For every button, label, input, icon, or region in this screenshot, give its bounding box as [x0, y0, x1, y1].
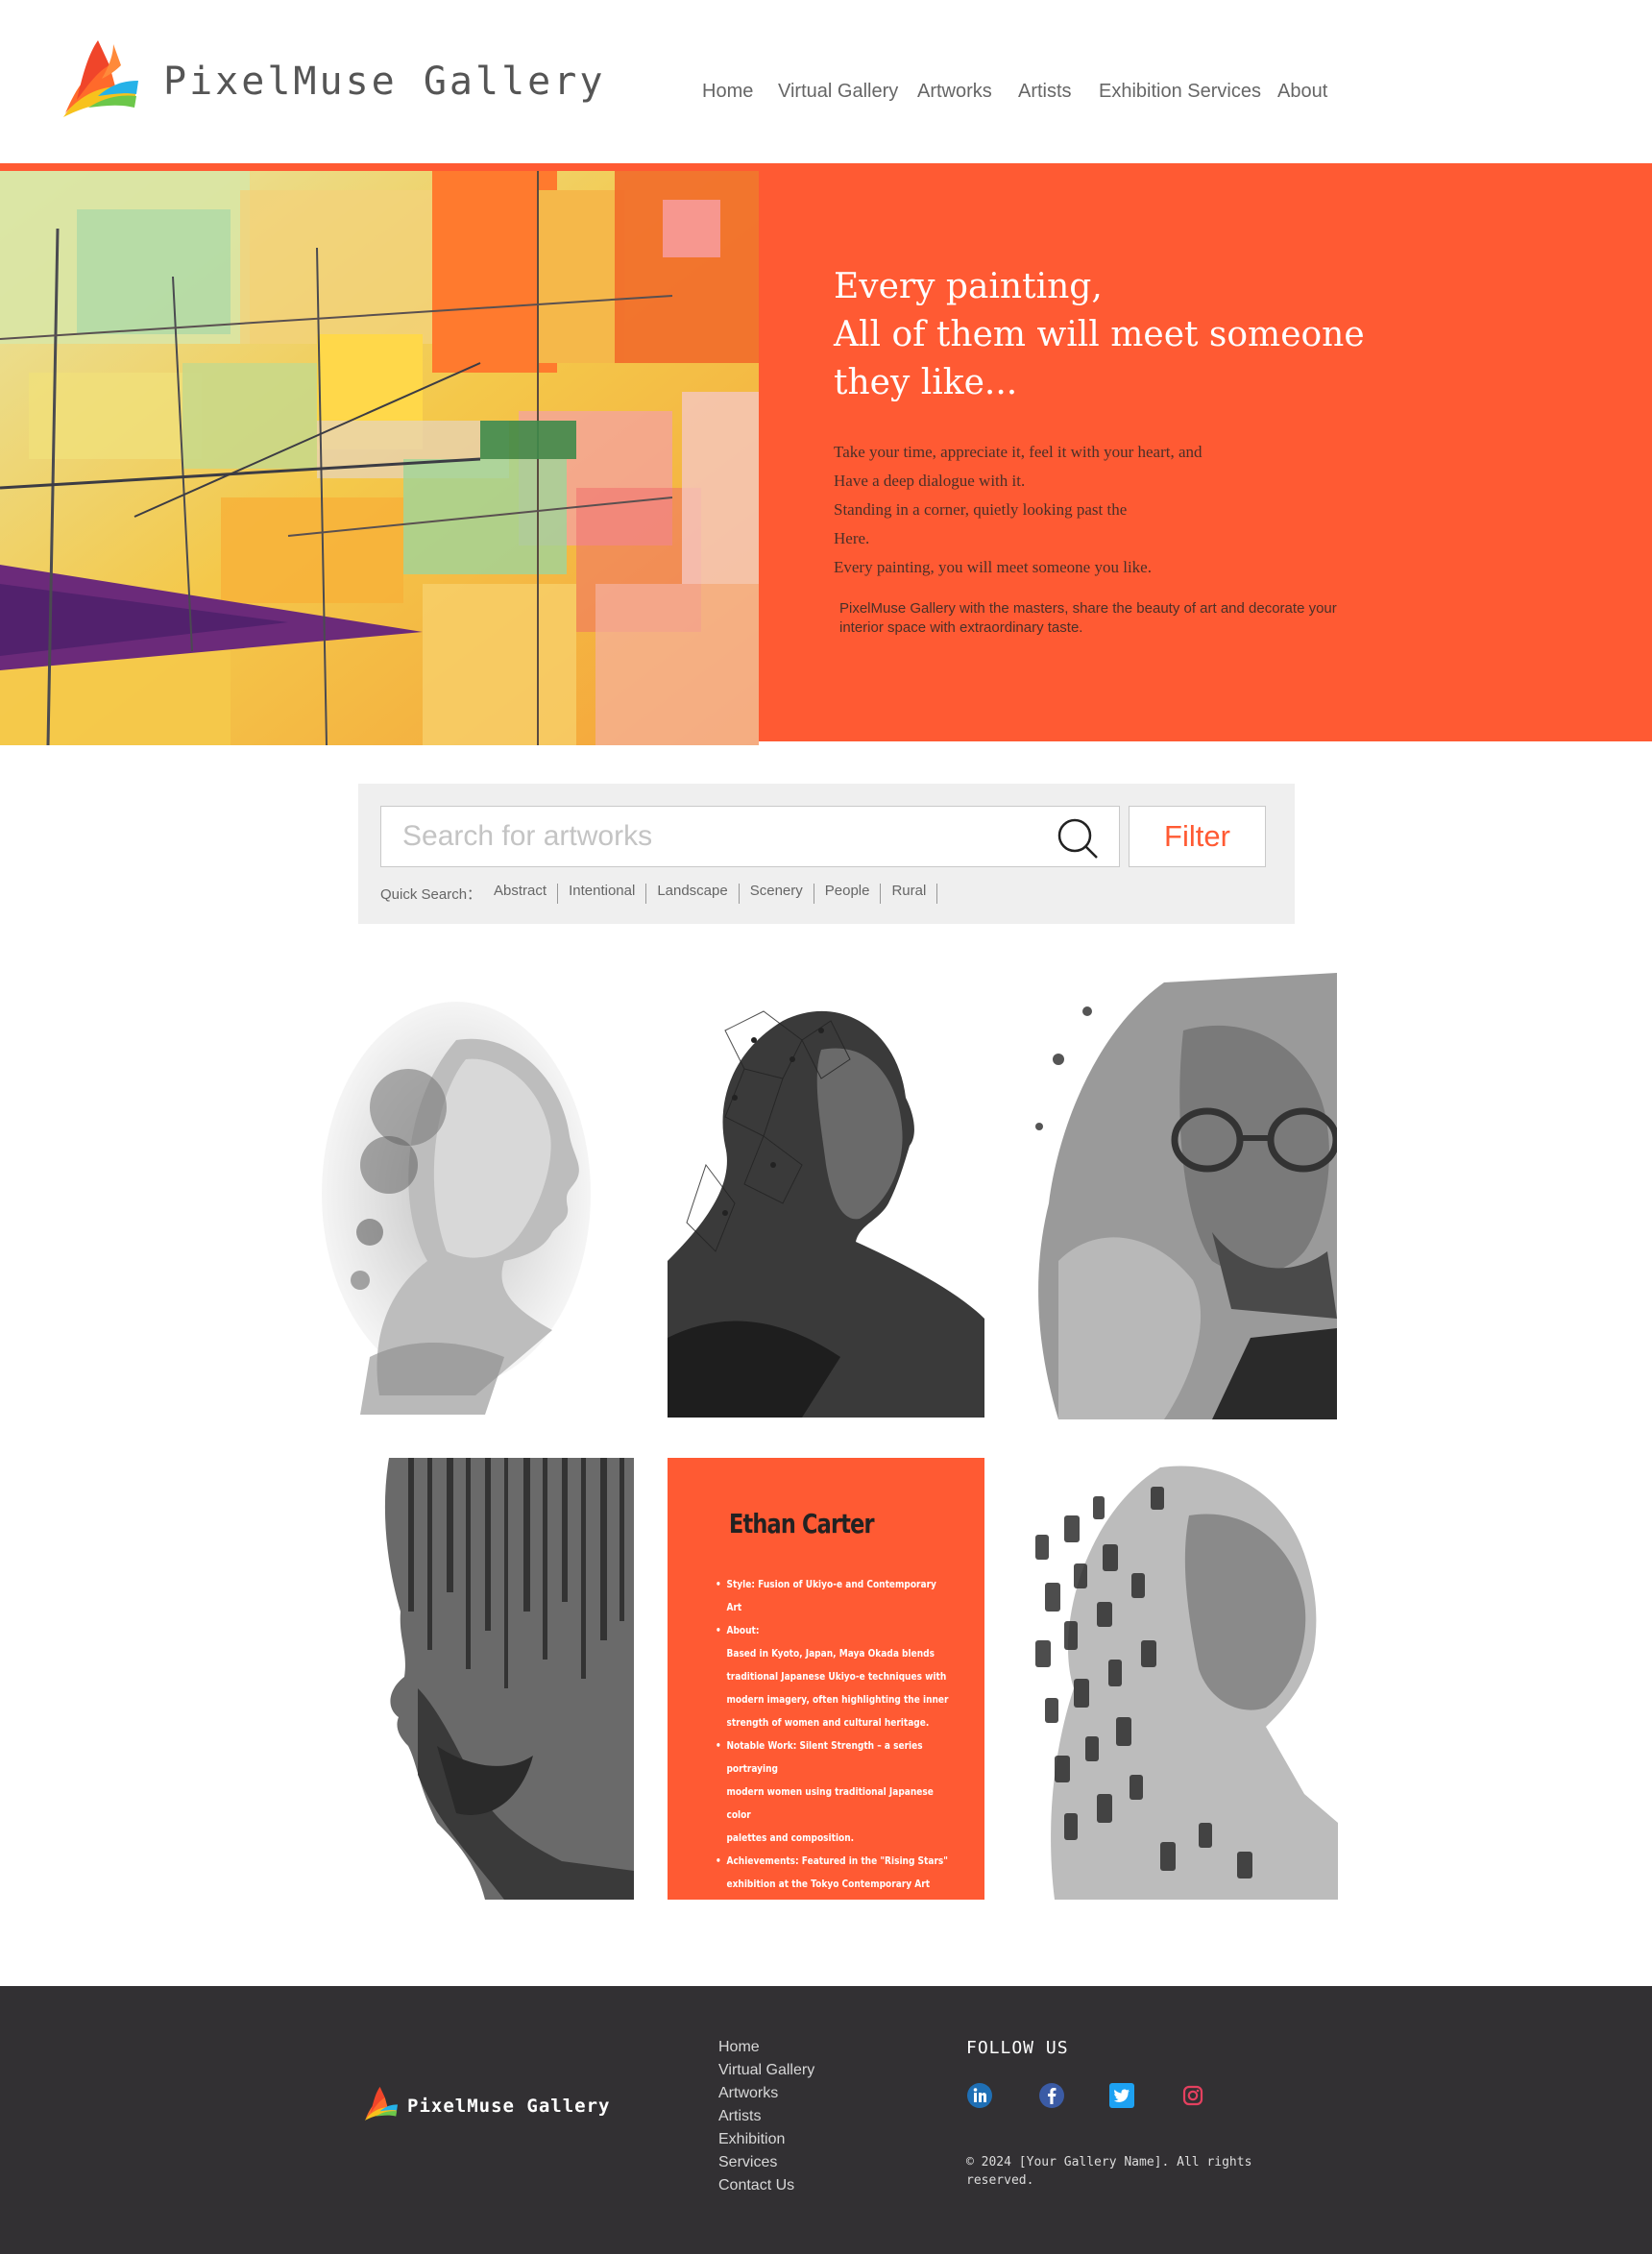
footer-link-home[interactable]: Home	[718, 2036, 814, 2059]
artist-notable-line: palettes and composition.	[726, 1831, 855, 1844]
footer-links: Home Virtual Gallery Artworks Artists Ex…	[718, 2036, 814, 2197]
hero-banner: Every painting, All of them will meet so…	[0, 163, 1652, 745]
hero-subtext: PixelMuse Gallery with the masters, shar…	[839, 600, 1337, 636]
quick-tag-scenery[interactable]: Scenery	[740, 884, 814, 904]
linkedin-icon[interactable]	[966, 2082, 993, 2109]
nav-artworks[interactable]: Artworks	[917, 81, 992, 103]
footer-link-artists[interactable]: Artists	[718, 2105, 814, 2128]
artist-about-line: Based in Kyoto, Japan, Maya Okada blends	[726, 1647, 935, 1660]
artist-notable-line: Notable Work: Silent Strength – a series…	[726, 1739, 923, 1775]
hero-body-text: Take your time, appreciate it, feel it w…	[834, 443, 1203, 576]
logo-icon[interactable]	[60, 36, 138, 119]
artist-notable-line: modern women using traditional Japanese …	[726, 1785, 934, 1821]
quick-tag-landscape[interactable]: Landscape	[646, 884, 740, 904]
search-panel: Filter Quick Search： Abstract Intentiona…	[358, 784, 1295, 924]
artwork-card-4[interactable]	[312, 1458, 634, 1900]
copyright-text: © 2024 [Your Gallery Name]. All rights r…	[966, 2155, 1252, 2188]
site-footer: PixelMuse Gallery Home Virtual Gallery A…	[0, 1986, 1652, 2254]
quick-tag-people[interactable]: People	[814, 884, 882, 904]
footer-link-services[interactable]: Services	[718, 2151, 814, 2174]
artist-card[interactable]: Ethan Carter Style: Fusion of Ukiyo-e an…	[668, 1458, 984, 1913]
brand-name[interactable]: PixelMuse Gallery	[163, 60, 605, 104]
artist-about-line: modern imagery, often highlighting the i…	[726, 1693, 949, 1706]
search-field[interactable]	[380, 806, 1120, 867]
instagram-icon[interactable]	[1179, 2082, 1206, 2109]
footer-link-artworks[interactable]: Artworks	[718, 2082, 814, 2105]
artist-details: Style: Fusion of Ukiyo-e and Contemporar…	[716, 1573, 965, 1919]
artist-notable-work: Notable Work: Silent Strength – a series…	[716, 1734, 952, 1850]
footer-logo-icon[interactable]	[363, 2084, 398, 2122]
hero-title: Every painting, All of them will meet so…	[834, 267, 1365, 402]
quick-tag-rural[interactable]: Rural	[881, 884, 938, 904]
artwork-card-1[interactable]	[312, 973, 620, 1415]
hero-painting-image	[0, 171, 759, 745]
artist-style: Style: Fusion of Ukiyo-e and Contemporar…	[716, 1573, 952, 1619]
footer-link-virtual-gallery[interactable]: Virtual Gallery	[718, 2059, 814, 2082]
artist-name[interactable]: Ethan Carter	[729, 1508, 875, 1539]
artist-achievement-line: exhibition at the Tokyo Contemporary Art…	[726, 1878, 931, 1913]
quick-search-label: Quick Search：	[380, 886, 482, 903]
footer-brand-name[interactable]: PixelMuse Gallery	[407, 2096, 610, 2117]
site-header: PixelMuse Gallery Home Virtual Gallery A…	[0, 0, 1652, 163]
footer-link-contact-us[interactable]: Contact Us	[718, 2174, 814, 2197]
artwork-card-3[interactable]	[1020, 973, 1337, 1419]
artist-about-line: traditional Japanese Ukiyo-e techniques …	[726, 1670, 947, 1683]
nav-home[interactable]: Home	[702, 81, 753, 103]
artwork-card-5[interactable]	[1016, 1458, 1338, 1900]
artwork-card-2[interactable]	[668, 973, 984, 1418]
nav-artists[interactable]: Artists	[1018, 81, 1072, 103]
nav-about[interactable]: About	[1277, 81, 1327, 103]
footer-link-exhibition[interactable]: Exhibition	[718, 2128, 814, 2151]
quick-tag-intentional[interactable]: Intentional	[558, 884, 647, 904]
search-icon[interactable]	[1056, 816, 1100, 860]
artist-about: About: Based in Kyoto, Japan, Maya Okada…	[716, 1619, 952, 1734]
artist-about-label: About:	[726, 1624, 760, 1636]
artist-achievement-line: Achievements: Featured in the "Rising St…	[726, 1854, 948, 1867]
filter-button[interactable]: Filter	[1129, 806, 1266, 867]
nav-exhibition-services[interactable]: Exhibition Services	[1099, 81, 1261, 103]
quick-search: Quick Search： Abstract Intentional Lands…	[380, 884, 938, 904]
quick-tag-abstract[interactable]: Abstract	[483, 884, 559, 904]
search-input[interactable]	[381, 807, 1044, 866]
twitter-icon[interactable]	[1108, 2082, 1135, 2109]
nav-virtual-gallery[interactable]: Virtual Gallery	[778, 81, 898, 103]
artist-achievements: Achievements: Featured in the "Rising St…	[716, 1850, 952, 1919]
facebook-icon[interactable]	[1038, 2082, 1065, 2109]
follow-us-heading: FOLLOW US	[966, 2038, 1069, 2058]
artist-about-line: strength of women and cultural heritage.	[726, 1716, 930, 1729]
